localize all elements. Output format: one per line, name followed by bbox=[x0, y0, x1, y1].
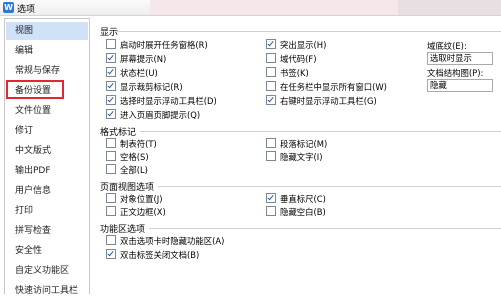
option-label: 右键时显示浮动工具栏(G) bbox=[280, 96, 377, 106]
divider bbox=[158, 186, 501, 187]
option-spaces[interactable]: 空格(S) bbox=[106, 151, 149, 163]
option-label: 制表符(T) bbox=[120, 139, 157, 149]
sidebar-item-chinese-layout[interactable]: 中文版式 bbox=[6, 142, 88, 160]
option-floating-toolbar-select[interactable]: 选择时显示浮动工具栏(D) bbox=[106, 95, 217, 107]
option-dblclick-hide-ribbon[interactable]: 双击选项卡时隐藏功能区(A) bbox=[106, 235, 224, 247]
checkbox[interactable] bbox=[106, 53, 116, 63]
sidebar-item-view[interactable]: 视图 bbox=[6, 22, 88, 40]
checkbox[interactable] bbox=[266, 81, 276, 91]
sidebar-item-spell-check[interactable]: 拼写检查 bbox=[6, 222, 88, 240]
option-object-anchors[interactable]: 对象位置(J) bbox=[106, 193, 163, 205]
checkbox[interactable] bbox=[106, 249, 116, 259]
option-crop-marks[interactable]: 显示裁剪标记(R) bbox=[106, 81, 183, 93]
sidebar-item-quick-access[interactable]: 快速访问工具栏 bbox=[6, 282, 88, 300]
option-all-marks[interactable]: 全部(L) bbox=[106, 164, 148, 176]
backup-highlight-annotation bbox=[6, 80, 64, 99]
option-label: 正文边框(X) bbox=[120, 207, 166, 217]
option-label: 隐藏空白(B) bbox=[280, 207, 326, 217]
app-icon: W bbox=[3, 2, 14, 13]
option-label: 空格(S) bbox=[120, 152, 149, 162]
checkbox[interactable] bbox=[106, 151, 116, 161]
option-hidden-text[interactable]: 隐藏文字(I) bbox=[266, 151, 323, 163]
option-label: 全部(L) bbox=[120, 165, 148, 175]
sidebar-item-general-save[interactable]: 常规与保存 bbox=[6, 62, 88, 80]
option-paragraph-marks[interactable]: 段落标记(M) bbox=[266, 138, 327, 150]
section-title-ribbon: 功能区选项 bbox=[100, 225, 146, 235]
option-label: 垂直标尺(C) bbox=[280, 194, 326, 204]
options-category-list: 视图 编辑 常规与保存 备份设置 文件位置 修订 中文版式 输出PDF 用户信息… bbox=[4, 18, 90, 296]
checkbox[interactable] bbox=[266, 53, 276, 63]
checkbox[interactable] bbox=[106, 81, 116, 91]
title-bar: W 选项 bbox=[0, 0, 501, 16]
sidebar-item-customize-ribbon[interactable]: 自定义功能区 bbox=[6, 262, 88, 280]
sidebar-item-security[interactable]: 安全性 bbox=[6, 242, 88, 260]
checkbox[interactable] bbox=[106, 39, 116, 49]
divider bbox=[117, 31, 501, 32]
sidebar-item-file-location[interactable]: 文件位置 bbox=[6, 102, 88, 120]
divider bbox=[140, 131, 501, 132]
option-label: 状态栏(U) bbox=[120, 68, 158, 78]
option-label: 显示裁剪标记(R) bbox=[120, 82, 183, 92]
sidebar-item-revision[interactable]: 修订 bbox=[6, 122, 88, 140]
option-label: 突出显示(H) bbox=[280, 40, 327, 50]
checkbox[interactable] bbox=[106, 235, 116, 245]
sidebar-item-user-info[interactable]: 用户信息 bbox=[6, 182, 88, 200]
divider bbox=[149, 228, 501, 229]
option-label: 对象位置(J) bbox=[120, 194, 163, 204]
checkbox[interactable] bbox=[266, 151, 276, 161]
checkbox[interactable] bbox=[106, 109, 116, 119]
checkbox[interactable] bbox=[106, 206, 116, 216]
sidebar-item-edit[interactable]: 编辑 bbox=[6, 42, 88, 60]
doc-map-select[interactable]: 隐藏 bbox=[427, 79, 493, 92]
option-label: 隐藏文字(I) bbox=[280, 152, 323, 162]
view-options-panel: 显示 启动时展开任务窗格(R) 屏幕提示(N) 状态栏(U) 显示裁剪标记(R)… bbox=[92, 18, 501, 293]
section-title-page-view: 页面视图选项 bbox=[100, 183, 155, 193]
sidebar-item-export-pdf[interactable]: 输出PDF bbox=[6, 162, 88, 180]
title-bar-fill-right bbox=[398, 0, 501, 15]
section-title-display: 显示 bbox=[100, 28, 119, 38]
option-screen-tips[interactable]: 屏幕提示(N) bbox=[106, 53, 166, 65]
title-bar-fill bbox=[150, 0, 398, 15]
option-label: 选择时显示浮动工具栏(D) bbox=[120, 96, 217, 106]
checkbox[interactable] bbox=[106, 138, 116, 148]
doc-map-label: 文档结构图(P): bbox=[427, 68, 484, 78]
field-shading-label: 域底纹(E): bbox=[427, 41, 467, 51]
sidebar-item-print[interactable]: 打印 bbox=[6, 202, 88, 220]
option-label: 书签(K) bbox=[280, 68, 309, 78]
option-header-footer-tip[interactable]: 进入页眉页脚提示(Q) bbox=[106, 109, 200, 121]
checkbox[interactable] bbox=[266, 95, 276, 105]
section-title-format-marks: 格式标记 bbox=[100, 128, 137, 138]
option-tab-chars[interactable]: 制表符(T) bbox=[106, 138, 157, 150]
option-label: 双击标签关闭文档(B) bbox=[120, 250, 200, 260]
option-hide-whitespace[interactable]: 隐藏空白(B) bbox=[266, 206, 326, 218]
option-label: 进入页眉页脚提示(Q) bbox=[120, 110, 201, 120]
option-label: 双击选项卡时隐藏功能区(A) bbox=[120, 236, 225, 246]
option-bookmarks[interactable]: 书签(K) bbox=[266, 67, 309, 79]
option-taskbar-windows[interactable]: 在任务栏中显示所有窗口(W) bbox=[266, 81, 387, 93]
option-label: 在任务栏中显示所有窗口(W) bbox=[280, 82, 387, 92]
option-expand-task-pane[interactable]: 启动时展开任务窗格(R) bbox=[106, 39, 208, 51]
checkbox[interactable] bbox=[106, 67, 116, 77]
option-vertical-ruler[interactable]: 垂直标尺(C) bbox=[266, 193, 326, 205]
checkbox[interactable] bbox=[106, 164, 116, 174]
option-text-boundaries[interactable]: 正文边框(X) bbox=[106, 206, 166, 218]
checkbox[interactable] bbox=[266, 39, 276, 49]
option-label: 屏幕提示(N) bbox=[120, 54, 167, 64]
checkbox[interactable] bbox=[266, 193, 276, 203]
option-label: 启动时展开任务窗格(R) bbox=[120, 40, 208, 50]
checkbox[interactable] bbox=[266, 138, 276, 148]
option-status-bar[interactable]: 状态栏(U) bbox=[106, 67, 158, 79]
option-field-codes[interactable]: 域代码(F) bbox=[266, 53, 316, 65]
option-floating-toolbar-rightclick[interactable]: 右键时显示浮动工具栏(G) bbox=[266, 95, 377, 107]
option-dblclick-close-doc[interactable]: 双击标签关闭文档(B) bbox=[106, 249, 199, 261]
option-label: 域代码(F) bbox=[280, 54, 317, 64]
window-title: 选项 bbox=[17, 5, 36, 15]
field-shading-select[interactable]: 选取时显示 bbox=[427, 52, 493, 65]
option-label: 段落标记(M) bbox=[280, 139, 328, 149]
option-highlight[interactable]: 突出显示(H) bbox=[266, 39, 326, 51]
checkbox[interactable] bbox=[106, 95, 116, 105]
checkbox[interactable] bbox=[266, 67, 276, 77]
checkbox[interactable] bbox=[266, 206, 276, 216]
checkbox[interactable] bbox=[106, 193, 116, 203]
